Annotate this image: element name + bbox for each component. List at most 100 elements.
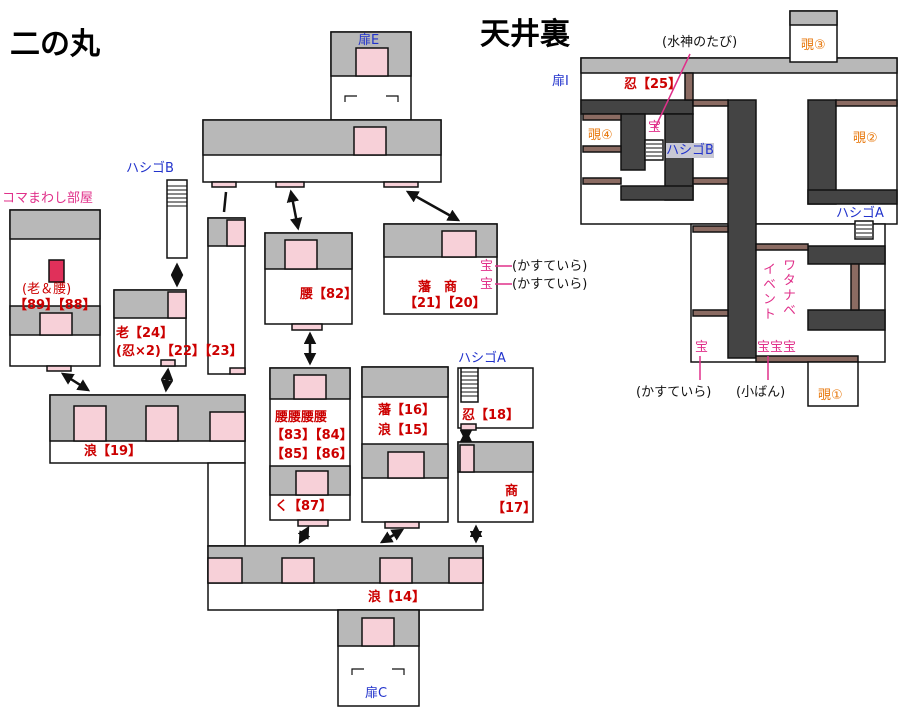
label-koma-room: コマまわし部屋 — [2, 191, 94, 206]
room-koma-roof — [9, 209, 101, 240]
label-koshi-c: 【85】【86】 — [271, 447, 353, 462]
door-block — [448, 557, 484, 584]
attic-top-band — [580, 57, 898, 74]
label-82: 腰【82】 — [300, 287, 358, 302]
door-step — [46, 365, 72, 372]
brown-wall — [755, 355, 859, 363]
label-18: 忍【18】 — [462, 408, 520, 423]
label-ro24b: (忍×2)【22】【23】 — [116, 344, 243, 359]
label-nozoki4: 覗④ — [588, 128, 613, 143]
label-nozoki1: 覗① — [818, 388, 843, 403]
corridor — [207, 462, 246, 547]
label-suijin: (水神のたび) — [662, 35, 738, 50]
label-koban: (小ばん) — [736, 385, 786, 400]
door-step — [160, 359, 176, 367]
door-block — [145, 405, 179, 442]
door-block — [207, 557, 243, 584]
label-87: く【87】 — [275, 499, 333, 514]
label-door-i: 扉I — [552, 74, 569, 89]
door-block — [293, 374, 327, 400]
title-ninomaru: 二の丸 — [10, 27, 100, 62]
boss-marker — [48, 259, 65, 283]
dark-wall — [807, 189, 898, 205]
dark-wall — [620, 113, 646, 171]
label-14: 浪【14】 — [368, 590, 426, 605]
brown-wall — [692, 99, 729, 107]
label-watanabe: ワタナベ — [780, 258, 795, 318]
label-15: 浪【15】 — [378, 423, 436, 438]
label-koma-a: (老＆腰) — [22, 282, 72, 297]
door-block — [226, 219, 246, 247]
attic-ladder-a — [854, 220, 874, 240]
treasure-2-note: (かすていら) — [512, 277, 588, 292]
label-event: イベント — [760, 262, 775, 322]
door-block — [39, 312, 73, 336]
ladder-b — [166, 179, 188, 259]
label-kasutera: (かすていら) — [636, 385, 712, 400]
dark-wall — [620, 185, 694, 201]
attic-ladder-b — [644, 139, 664, 161]
room-han-roof — [383, 223, 498, 258]
room-16-roof — [361, 366, 449, 398]
label-hashigo-a: ハシゴA — [458, 351, 506, 366]
door-block — [387, 451, 425, 479]
brown-wall — [582, 113, 622, 121]
label-attic-hashigo-b: ハシゴB — [666, 143, 714, 158]
door-step — [291, 323, 323, 331]
ladder-a — [460, 367, 479, 403]
treasure-2: 宝 — [480, 277, 494, 292]
label-door-c: 扉C — [365, 686, 388, 701]
label-han: 藩 商 — [418, 280, 458, 295]
label-17: 【17】 — [492, 501, 537, 516]
label-19: 浪【19】 — [84, 444, 142, 459]
door-block — [353, 126, 387, 156]
dark-wall — [807, 245, 886, 265]
room-nozoki3-roof — [789, 10, 838, 26]
room-14-roof — [207, 545, 484, 584]
door-block — [284, 239, 318, 270]
door-step — [275, 181, 305, 188]
door-block — [361, 617, 395, 647]
door-block — [379, 557, 413, 584]
brown-wall — [835, 99, 898, 107]
brown-wall — [692, 177, 729, 185]
brown-wall — [684, 72, 694, 101]
treasure-bottom: 宝 — [695, 340, 709, 355]
door-block — [441, 230, 477, 258]
door-step — [460, 423, 477, 431]
treasure-trio: 宝宝宝 — [757, 340, 797, 355]
label-han-n: 【21】【20】 — [404, 296, 486, 311]
brown-wall — [850, 263, 860, 311]
label-attic-hashigo-a: ハシゴA — [836, 206, 884, 221]
treasure-top: 宝 — [648, 120, 662, 135]
dark-wall — [807, 309, 886, 331]
door-block — [281, 557, 315, 584]
treasure-1-note: (かすていら) — [512, 259, 588, 274]
dark-wall — [727, 99, 757, 359]
door-step — [297, 519, 329, 527]
label-sho: 商 — [505, 484, 519, 499]
label-door-e: 扉E — [358, 33, 380, 48]
label-25: 忍【25】 — [624, 77, 682, 92]
door-step — [383, 181, 419, 188]
door-step — [211, 181, 237, 188]
label-koshi-b: 【83】【84】 — [271, 428, 353, 443]
brown-wall — [692, 309, 729, 317]
door-block — [167, 291, 187, 319]
door-block — [209, 411, 246, 442]
dark-wall — [807, 99, 837, 205]
label-nozoki3: 覗③ — [801, 38, 826, 53]
door-block — [355, 47, 389, 77]
label-koshi-a: 腰腰腰腰 — [275, 410, 328, 425]
dark-wall — [580, 99, 694, 115]
brown-wall — [582, 177, 622, 185]
door-step — [384, 521, 420, 529]
title-attic: 天井裏 — [480, 17, 570, 52]
brown-wall — [692, 225, 729, 233]
door-block — [459, 444, 475, 473]
label-hashigo-b: ハシゴB — [126, 161, 174, 176]
door-block — [73, 405, 107, 442]
room-upper-hall-roof — [202, 119, 442, 156]
label-koma-b: 【89】【88】 — [14, 298, 96, 313]
door-block — [295, 470, 329, 496]
